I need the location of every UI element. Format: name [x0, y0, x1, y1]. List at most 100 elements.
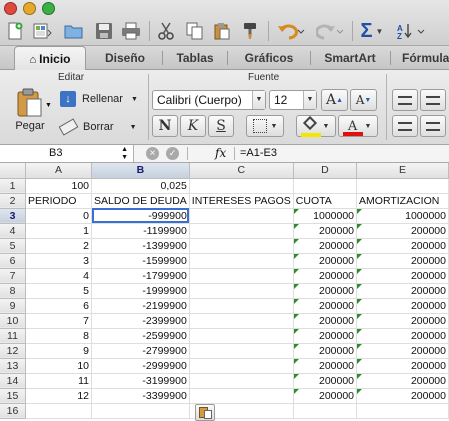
copy-icon[interactable] [183, 19, 207, 43]
row-header-2[interactable]: 2 [0, 193, 27, 209]
font-name-select[interactable]: Calibri (Cuerpo) ▼ [152, 90, 266, 110]
cancel-formula-icon[interactable]: × [146, 147, 159, 160]
shrink-font-button[interactable]: A ▼ [350, 89, 377, 111]
save-icon[interactable] [92, 19, 116, 43]
cell-a9[interactable]: 6 [25, 298, 93, 314]
cell-e3[interactable]: 1000000 [356, 208, 449, 224]
cell-c10[interactable] [189, 313, 294, 329]
cell-d11[interactable]: 200000 [293, 328, 358, 344]
cell-e14[interactable]: 200000 [356, 373, 449, 389]
cell-c14[interactable] [189, 373, 294, 389]
cell-a4[interactable]: 1 [25, 223, 93, 239]
cell-b13[interactable]: -2999900 [91, 358, 190, 374]
tab-diseno[interactable]: Diseño [90, 46, 160, 70]
cell-a5[interactable]: 2 [25, 238, 93, 254]
cell-b15[interactable]: -3399900 [91, 388, 190, 404]
cell-c7[interactable] [189, 268, 294, 284]
grow-font-button[interactable]: A ▲ [321, 89, 348, 111]
cell-e9[interactable]: 200000 [356, 298, 449, 314]
cell-b1[interactable]: 0,025 [91, 178, 190, 194]
cell-d12[interactable]: 200000 [293, 343, 358, 359]
cell-a1[interactable]: 100 [25, 178, 93, 194]
row-header-6[interactable]: 6 [0, 253, 27, 269]
cell-e1[interactable] [356, 178, 449, 194]
tab-graficos[interactable]: Gráficos [229, 46, 309, 70]
cell-b2[interactable]: SALDO DE DEUDA [91, 193, 190, 209]
align-top-button[interactable] [392, 89, 418, 111]
align-center-button[interactable] [420, 115, 446, 137]
cell-e6[interactable]: 200000 [356, 253, 449, 269]
row-header-9[interactable]: 9 [0, 298, 27, 314]
cell-c1[interactable] [189, 178, 294, 194]
cell-a14[interactable]: 11 [25, 373, 93, 389]
row-header-10[interactable]: 10 [0, 313, 27, 329]
cell-d16[interactable] [293, 403, 358, 419]
tab-inicio[interactable]: ⌂ Inicio [14, 46, 86, 70]
cell-b9[interactable]: -2199900 [91, 298, 190, 314]
cell-e12[interactable]: 200000 [356, 343, 449, 359]
column-header-a[interactable]: A [25, 163, 93, 179]
cell-e11[interactable]: 200000 [356, 328, 449, 344]
paste-options-icon[interactable] [195, 404, 215, 421]
cell-a13[interactable]: 10 [25, 358, 93, 374]
cell-c9[interactable] [189, 298, 294, 314]
stepper-icon[interactable]: ▲ ▼ [121, 145, 128, 162]
function-wizard-button[interactable]: fx [215, 145, 226, 162]
row-header-15[interactable]: 15 [0, 388, 27, 404]
undo-icon[interactable] [274, 19, 308, 43]
cell-a8[interactable]: 5 [25, 283, 93, 299]
cell-e2[interactable]: AMORTIZACION [356, 193, 449, 209]
row-header-7[interactable]: 7 [0, 268, 27, 284]
row-header-16[interactable]: 16 [0, 403, 27, 419]
underline-button[interactable]: S [208, 115, 234, 137]
autosum-icon[interactable]: Σ ▼ [357, 19, 387, 43]
cell-c5[interactable] [189, 238, 294, 254]
cell-b11[interactable]: -2599900 [91, 328, 190, 344]
formula-input[interactable]: =A1-E3 [240, 145, 449, 162]
cell-b5[interactable]: -1399900 [91, 238, 190, 254]
open-icon[interactable] [62, 19, 86, 43]
cell-e15[interactable]: 200000 [356, 388, 449, 404]
font-color-button[interactable]: A ▼ [338, 115, 378, 137]
bold-button[interactable]: N [152, 115, 178, 137]
select-all-corner[interactable] [0, 163, 27, 179]
cell-b6[interactable]: -1599900 [91, 253, 190, 269]
redo-icon[interactable] [313, 19, 347, 43]
cell-c15[interactable] [189, 388, 294, 404]
print-icon[interactable] [119, 19, 143, 43]
templates-icon[interactable] [30, 19, 56, 43]
cell-b12[interactable]: -2799900 [91, 343, 190, 359]
cell-b16[interactable] [91, 403, 190, 419]
cell-c8[interactable] [189, 283, 294, 299]
cut-icon[interactable] [154, 19, 178, 43]
row-header-11[interactable]: 11 [0, 328, 27, 344]
font-size-select[interactable]: 12 ▼ [269, 90, 317, 110]
column-header-c[interactable]: C [189, 163, 294, 179]
cell-b14[interactable]: -3199900 [91, 373, 190, 389]
align-middle-button[interactable] [420, 89, 446, 111]
row-header-3[interactable]: 3 [0, 208, 27, 224]
cell-c4[interactable] [189, 223, 294, 239]
cell-e8[interactable]: 200000 [356, 283, 449, 299]
row-header-8[interactable]: 8 [0, 283, 27, 299]
cell-c3[interactable] [189, 208, 294, 224]
cell-a11[interactable]: 8 [25, 328, 93, 344]
tab-formulas[interactable]: Fórmula [392, 46, 449, 70]
cell-d9[interactable]: 200000 [293, 298, 358, 314]
column-header-d[interactable]: D [293, 163, 358, 179]
name-box[interactable]: B3 ▲ ▼ [0, 145, 134, 162]
cell-d7[interactable]: 200000 [293, 268, 358, 284]
cell-d13[interactable]: 200000 [293, 358, 358, 374]
cell-c11[interactable] [189, 328, 294, 344]
row-header-1[interactable]: 1 [0, 178, 27, 194]
cell-a3[interactable]: 0 [25, 208, 93, 224]
row-header-12[interactable]: 12 [0, 343, 27, 359]
cell-b3[interactable]: -999900 [91, 208, 190, 224]
cell-d3[interactable]: 1000000 [293, 208, 358, 224]
sort-icon[interactable]: AZ [392, 19, 432, 43]
fill-button[interactable]: ↓ Rellenar ▼ [60, 89, 138, 109]
clear-button[interactable]: Borrar ▼ [58, 117, 137, 137]
cell-d15[interactable]: 200000 [293, 388, 358, 404]
cell-d6[interactable]: 200000 [293, 253, 358, 269]
close-window-button[interactable] [4, 2, 17, 15]
